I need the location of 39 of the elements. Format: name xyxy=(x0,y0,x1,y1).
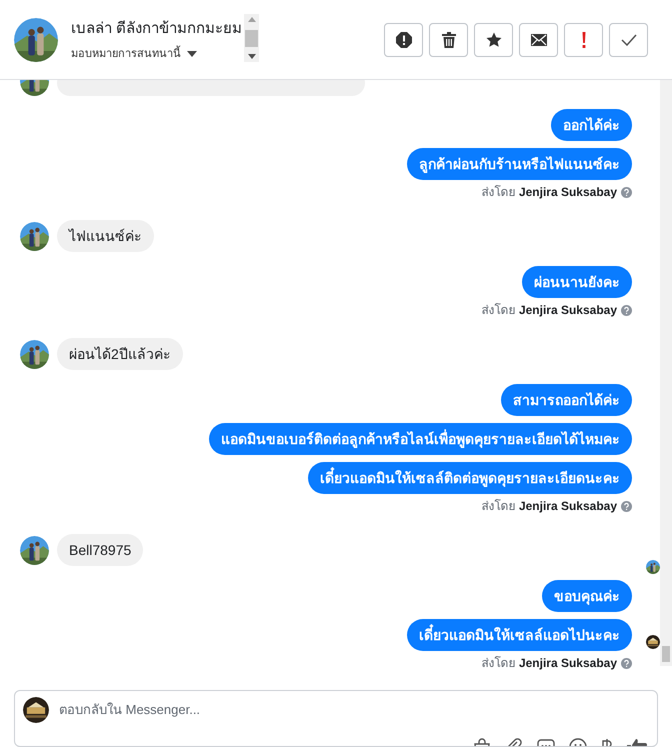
scrollbar[interactable] xyxy=(660,80,672,666)
help-icon[interactable] xyxy=(621,500,632,512)
sent-by-label: ส่งโดย Jenjira Suksabay xyxy=(482,498,617,515)
sent-message: ลูกค้าผ่อนกับร้านหรือไฟแนนซ์คะ xyxy=(407,148,632,180)
received-message: ไฟแนนซ์ค่ะ xyxy=(57,220,154,252)
help-icon[interactable] xyxy=(621,186,632,198)
spam-button[interactable] xyxy=(384,22,423,56)
star-icon xyxy=(486,32,502,48)
sent-message: เดี๋ยวแอดมินให้เซลล์แอดไปนะคะ xyxy=(407,619,632,651)
sent-message: ออกได้ค่ะ xyxy=(551,109,632,141)
sent-message: สามารถออกได้ค่ะ xyxy=(501,384,632,416)
done-button[interactable] xyxy=(609,22,648,56)
sent-message: ผ่อนนานยังคะ xyxy=(522,266,632,298)
reply-field[interactable]: ตอบกลับใน Messenger... xyxy=(14,690,658,747)
help-icon[interactable] xyxy=(621,658,632,668)
star-button[interactable] xyxy=(474,22,513,56)
exclamation-icon xyxy=(582,32,586,48)
received-message: Bell78975 xyxy=(57,534,144,566)
trash-icon xyxy=(442,32,456,48)
sent-by-label: ส่งโดย Jenjira Suksabay xyxy=(482,184,617,201)
received-message: ผ่อนได้2ปีแล้วค่ะ xyxy=(57,338,183,370)
sent-message: ขอบคุณค่ะ xyxy=(542,580,632,612)
envelope-icon xyxy=(530,34,546,46)
checkmark-icon xyxy=(620,34,636,46)
sent-message: เดี๋ยวแอดมินให้เซลล์ติดต่อพูดคุยรายละเอียดนะคะ xyxy=(308,462,632,494)
sent-by-label: ส่งโดย Jenjira Suksabay xyxy=(482,302,617,319)
help-icon[interactable] xyxy=(621,304,632,316)
important-button[interactable] xyxy=(564,22,603,56)
title-scrollbar[interactable] xyxy=(244,14,260,62)
alert-octagon-icon xyxy=(396,32,412,48)
contact-name: เบลล่า ตีลังกาข้ามกกมะยม xyxy=(71,20,242,38)
sent-by-label: ส่งโดย Jenjira Suksabay xyxy=(482,655,617,672)
delete-button[interactable] xyxy=(429,22,468,56)
sent-message: แอดมินขอเบอร์ติดต่อลูกค้าหรือไลน์เพื่อพูดคุยรายละเอียดได้ไหมคะ xyxy=(209,423,632,455)
caret-icon xyxy=(187,51,197,57)
mail-button[interactable] xyxy=(519,22,558,56)
scroll-down-icon[interactable] xyxy=(248,54,256,59)
assign-dropdown[interactable]: มอบหมายการสนทนานี้ xyxy=(71,47,242,61)
reply-input[interactable]: ตอบกลับใน Messenger... xyxy=(59,700,649,720)
